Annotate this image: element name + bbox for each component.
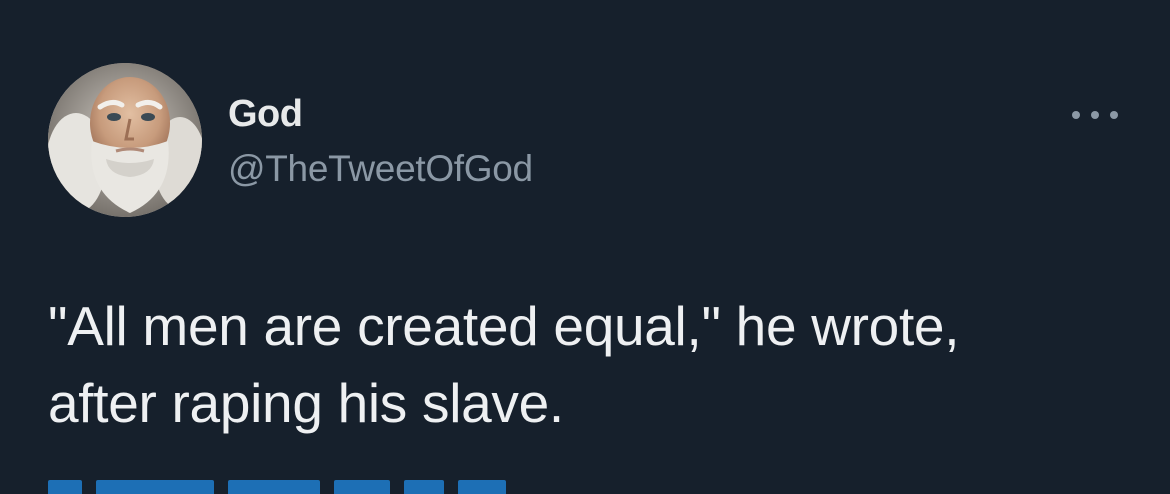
more-dot: [1110, 111, 1118, 119]
author-name[interactable]: God: [228, 93, 303, 136]
tweet-text: "All men are created equal," he wrote, a…: [48, 295, 960, 434]
tweet-card: God @TheTweetOfGod "All men are created …: [0, 0, 1170, 494]
avatar[interactable]: [48, 63, 202, 217]
more-horizontal-icon[interactable]: [1072, 104, 1118, 126]
author-handle[interactable]: @TheTweetOfGod: [228, 148, 533, 190]
truncated-link-line[interactable]: [48, 480, 506, 494]
more-dot: [1072, 111, 1080, 119]
more-dot: [1091, 111, 1099, 119]
avatar-image: [48, 63, 202, 217]
